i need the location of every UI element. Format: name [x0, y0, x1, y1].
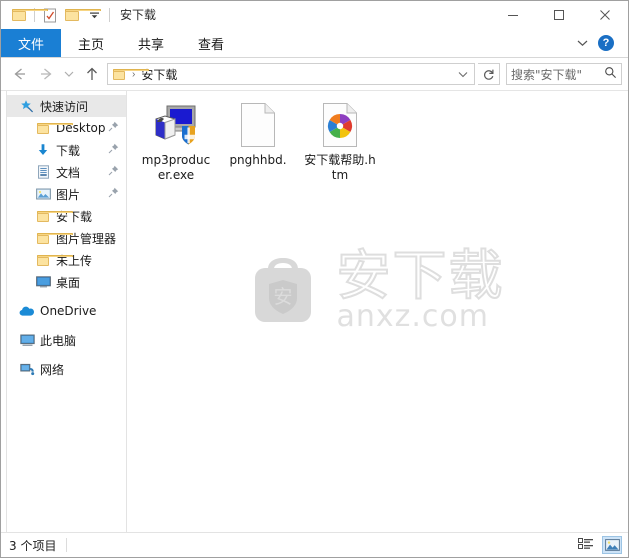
sidebar-item-label: 文档 — [56, 165, 81, 180]
navigation-pane: 快速访问 Desktop 下载 文档 图片 安下载 图片管理器 未上传 桌面 O… — [7, 91, 127, 532]
browser-document-icon — [316, 101, 364, 149]
help-button[interactable]: ? — [598, 35, 614, 51]
maximize-button[interactable] — [536, 1, 582, 29]
sidebar-item-documents[interactable]: 文档 — [7, 161, 126, 183]
ribbon-tab-bar: 文件 主页 共享 查看 ? — [1, 29, 628, 58]
sidebar-item-anxiazai[interactable]: 安下载 — [7, 205, 126, 227]
sidebar-item-label: 下载 — [56, 143, 81, 158]
recent-locations-button[interactable] — [59, 61, 79, 87]
svg-text:安: 安 — [273, 286, 292, 308]
status-divider — [66, 538, 68, 552]
sidebar-item-pictures[interactable]: 图片 — [7, 183, 126, 205]
forward-button[interactable] — [33, 61, 59, 87]
pin-icon[interactable] — [108, 165, 119, 179]
tab-share[interactable]: 共享 — [121, 29, 181, 57]
back-button[interactable] — [7, 61, 33, 87]
close-button[interactable] — [582, 1, 628, 29]
sidebar-item-downloads[interactable]: 下载 — [7, 139, 126, 161]
blank-document-icon — [234, 101, 282, 149]
minimize-button[interactable] — [490, 1, 536, 29]
watermark-brand: 安下载 — [336, 243, 505, 307]
refresh-button[interactable] — [478, 63, 500, 85]
desktop-icon — [35, 274, 51, 290]
sidebar-item-desktop-cn[interactable]: 桌面 — [7, 271, 126, 293]
window-title: 安下载 — [120, 8, 157, 22]
watermark-bag-icon: 安 — [254, 257, 311, 322]
network-icon — [19, 361, 35, 377]
large-icons-view-button[interactable] — [602, 536, 622, 554]
pin-icon[interactable] — [108, 187, 119, 201]
folder-icon[interactable] — [8, 4, 48, 26]
sidebar-item-label: 快速访问 — [40, 99, 89, 114]
star-pin-icon — [19, 98, 35, 114]
explorer-window: 安下载 文件 主页 共享 查看 ? › 安下载 搜索"安下载" 快速访问 Des… — [0, 0, 629, 558]
sidebar-item-quick-access[interactable]: 快速访问 — [7, 95, 126, 117]
sidebar-item-label: 此电脑 — [40, 333, 77, 348]
tab-file[interactable]: 文件 — [1, 29, 62, 57]
address-dropdown-icon[interactable] — [454, 71, 472, 78]
sidebar-item-onedrive[interactable]: OneDrive — [7, 300, 126, 322]
this-pc-icon — [19, 332, 35, 348]
sidebar-item-label: 网络 — [40, 362, 65, 377]
tab-view[interactable]: 查看 — [181, 29, 241, 57]
title-bar: 安下载 — [1, 1, 628, 29]
search-placeholder: 搜索"安下载" — [511, 67, 583, 82]
folder-icon — [35, 252, 73, 268]
explorer-body: 快速访问 Desktop 下载 文档 图片 安下载 图片管理器 未上传 桌面 O… — [1, 91, 628, 532]
file-item[interactable]: 安下载帮助.htm — [301, 97, 379, 189]
new-folder-icon[interactable] — [61, 4, 101, 26]
window-controls — [490, 1, 628, 29]
onedrive-icon — [19, 303, 35, 319]
quick-access-toolbar: 安下载 — [1, 1, 156, 29]
watermark-domain: anxz.com — [336, 298, 490, 334]
file-name: mp3producer.exe — [141, 153, 211, 182]
view-mode-buttons — [576, 533, 622, 557]
navigation-bar: › 安下载 搜索"安下载" — [1, 58, 628, 91]
sidebar-item-label: 图片 — [56, 187, 81, 202]
sidebar-item-label: 桌面 — [56, 275, 81, 290]
sidebar-item-not-uploaded[interactable]: 未上传 — [7, 249, 126, 271]
properties-icon[interactable] — [39, 4, 61, 26]
pin-icon[interactable] — [108, 143, 119, 157]
address-bar[interactable]: › 安下载 — [107, 63, 475, 85]
ribbon-right-controls: ? — [572, 29, 624, 57]
folder-icon — [35, 230, 73, 246]
sidebar-item-label: OneDrive — [40, 304, 97, 318]
breadcrumb-root-icon[interactable] — [110, 64, 149, 84]
breadcrumb-item-0[interactable]: 安下载 — [138, 64, 180, 84]
item-count-label: 3 个项目 — [9, 538, 57, 553]
sidebar-item-this-pc[interactable]: 此电脑 — [7, 329, 126, 351]
search-icon[interactable] — [604, 66, 617, 82]
file-item[interactable]: pnghhbd. — [219, 97, 297, 189]
download-icon — [35, 142, 51, 158]
sidebar-item-picture-manager[interactable]: 图片管理器 — [7, 227, 126, 249]
pin-icon[interactable] — [108, 121, 119, 135]
folder-icon — [35, 208, 73, 224]
document-icon — [35, 164, 51, 180]
file-grid: mp3producer.exe pnghhbd. 安下载帮助.htm — [127, 91, 628, 189]
pictures-icon — [35, 186, 51, 202]
file-item[interactable]: mp3producer.exe — [137, 97, 215, 189]
installer-icon — [152, 101, 200, 149]
toolbar-divider-2 — [109, 8, 110, 22]
up-button[interactable] — [79, 61, 105, 87]
tab-home[interactable]: 主页 — [61, 29, 121, 57]
file-name: 安下载帮助.htm — [304, 153, 376, 182]
sidebar-item-desktop-en[interactable]: Desktop — [7, 117, 126, 139]
file-list-view[interactable]: 安 安下载 anxz.com mp3producer.exe pnghhbd. … — [127, 91, 628, 532]
customize-dropdown-icon[interactable] — [83, 4, 105, 26]
chevron-down-icon[interactable] — [572, 33, 592, 53]
file-name: pnghhbd. — [229, 153, 287, 167]
details-view-button[interactable] — [576, 536, 596, 554]
search-input[interactable]: 搜索"安下载" — [506, 63, 622, 85]
sidebar-item-network[interactable]: 网络 — [7, 358, 126, 380]
status-bar: 3 个项目 — [1, 532, 628, 557]
folder-icon — [35, 120, 73, 136]
